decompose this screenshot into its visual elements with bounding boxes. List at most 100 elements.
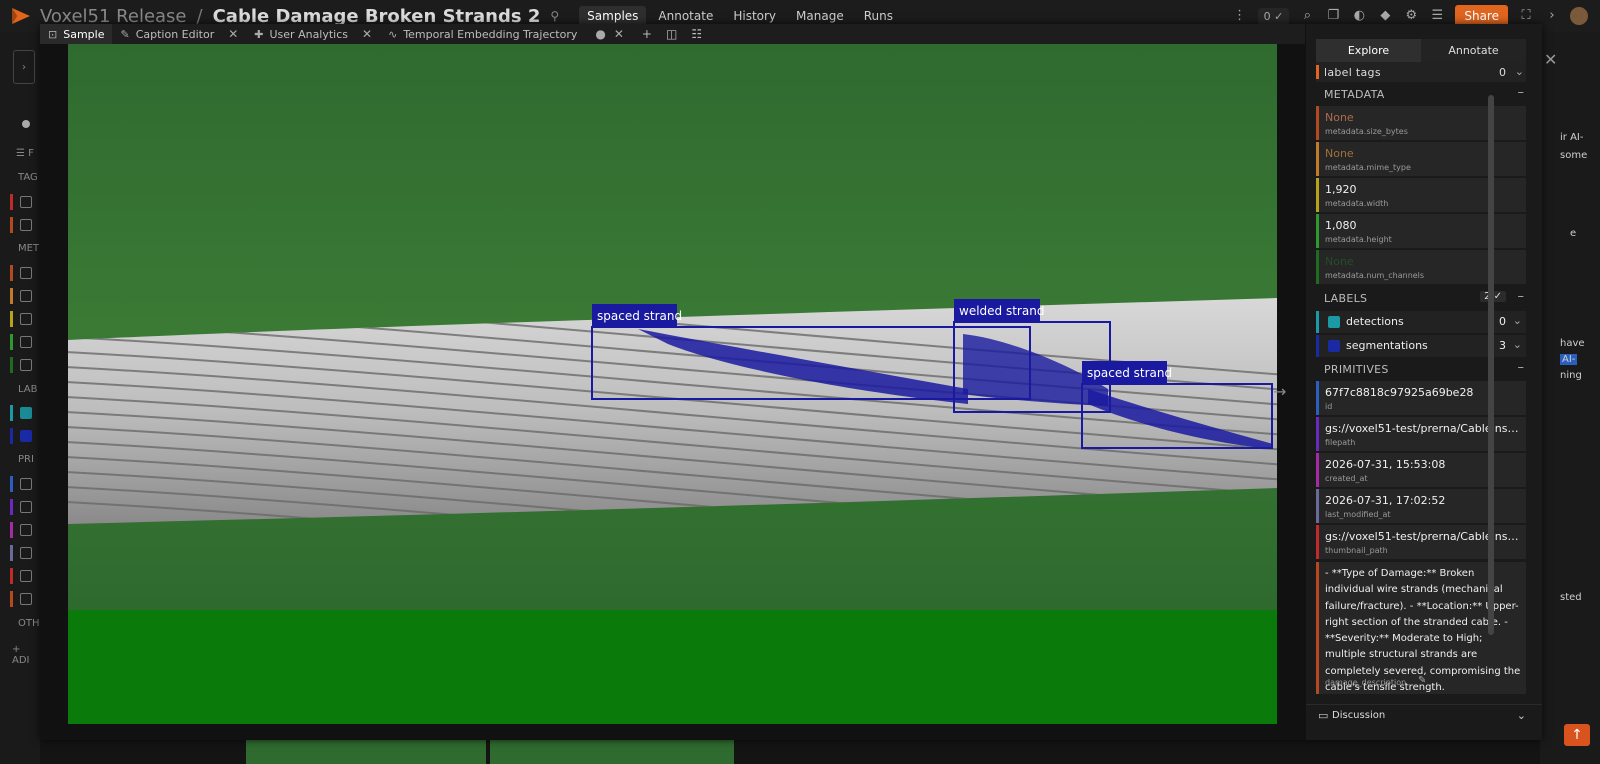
sidebar-row[interactable] (10, 589, 40, 609)
chevron-down-icon[interactable]: ⌄ (1515, 65, 1524, 78)
sidebar-row[interactable] (10, 263, 40, 283)
nav-manage[interactable]: Manage (788, 6, 852, 26)
add-tab-icon[interactable]: + (642, 27, 652, 41)
copy-icon[interactable]: ❐ (1325, 8, 1341, 24)
sidebar-row[interactable] (10, 543, 40, 563)
sidebar-row[interactable] (10, 497, 40, 517)
palette-icon[interactable]: ◐ (1351, 8, 1367, 24)
field-damage-description[interactable]: - **Type of Damage:** Broken individual … (1316, 562, 1526, 694)
detection-label: welded strand (959, 304, 1044, 318)
field-size-bytes[interactable]: None metadata.size_bytes (1316, 106, 1526, 140)
filter-label: ☰ F (16, 148, 34, 159)
tab-caption-editor[interactable]: ✎ Caption Editor ✕ (112, 24, 246, 44)
sidebar-row[interactable] (10, 355, 40, 375)
next-sample-arrow-icon[interactable]: → (1273, 382, 1286, 401)
section-primitives: PRI (18, 454, 34, 465)
field-width[interactable]: 1,920 metadata.width (1316, 178, 1526, 212)
collapse-icon[interactable]: – (1518, 289, 1525, 304)
help-icon[interactable]: ● (595, 27, 605, 41)
chevron-down-icon[interactable]: ⌄ (1513, 314, 1522, 327)
chevron-right-icon[interactable]: › (1544, 8, 1560, 24)
bg-text: e (1570, 228, 1577, 239)
background-right-panel: ir AI- some e have AI- ning sted (1540, 32, 1600, 764)
field-num-channels[interactable]: None metadata.num_channels (1316, 250, 1526, 284)
label-count: 3 (1499, 339, 1506, 352)
field-key: metadata.size_bytes (1325, 127, 1408, 136)
tab-sample[interactable]: ⊡ Sample (40, 24, 113, 44)
close-icon[interactable]: ✕ (1544, 50, 1557, 69)
bg-text: ning (1560, 370, 1582, 381)
sidebar-row[interactable] (10, 403, 40, 423)
sidebar-row[interactable] (10, 566, 40, 586)
selected-count[interactable]: 0 ✓ (1257, 7, 1290, 25)
list-icon[interactable]: ☰ (1429, 8, 1445, 24)
checkbox[interactable] (1328, 316, 1340, 328)
primitives-section-header[interactable]: PRIMITIVES – (1316, 359, 1526, 379)
chevron-down-icon[interactable]: ⌄ (1513, 338, 1522, 351)
field-mime-type[interactable]: None metadata.mime_type (1316, 142, 1526, 176)
discussion-bar[interactable]: ▭ Discussion ⌄ (1306, 704, 1542, 728)
close-tab-icon[interactable]: ✕ (614, 27, 624, 41)
field-thumbnail-path[interactable]: gs://voxel51-test/prerna/CableInspect-A.… (1316, 525, 1526, 559)
sidebar-row[interactable] (10, 309, 40, 329)
gear-icon[interactable]: ⚙ (1403, 8, 1419, 24)
field-height[interactable]: 1,080 metadata.height (1316, 214, 1526, 248)
nav-annotate[interactable]: Annotate (650, 6, 721, 26)
field-filepath[interactable]: gs://voxel51-test/prerna/CableInspect-A.… (1316, 417, 1526, 451)
sidebar-row[interactable] (10, 426, 40, 446)
status-dot (22, 120, 30, 128)
sidebar-row[interactable] (10, 332, 40, 352)
section-title: PRIMITIVES (1324, 363, 1389, 376)
tab-temporal-embedding[interactable]: ∿ Temporal Embedding Trajectory ● ✕ (380, 24, 632, 44)
metadata-section-header[interactable]: METADATA – (1316, 84, 1526, 104)
tab-explore[interactable]: Explore (1316, 39, 1421, 63)
field-key: metadata.width (1325, 199, 1389, 208)
split-vertical-icon[interactable]: ☷ (691, 27, 702, 41)
label-row-detections[interactable]: detections 0 ⌄ (1316, 311, 1526, 333)
checkbox[interactable] (1328, 340, 1340, 352)
close-tab-icon[interactable]: ✕ (228, 27, 238, 41)
split-horizontal-icon[interactable]: ◫ (666, 27, 677, 41)
label-row-segmentations[interactable]: segmentations 3 ⌄ (1316, 335, 1526, 357)
field-key: created_at (1325, 474, 1368, 483)
label-tags-row[interactable]: label tags 0 ⌄ (1316, 62, 1526, 82)
tab-user-analytics[interactable]: ✚ User Analytics ✕ (246, 24, 380, 44)
field-created-at[interactable]: 2026-07-31, 15:53:08 created_at (1316, 453, 1526, 487)
avatar[interactable] (1570, 7, 1588, 25)
field-id[interactable]: 67f7c8818c97925a69be28 id (1316, 381, 1526, 415)
pin-icon[interactable]: ⚲ (550, 9, 559, 23)
sidebar-toggle[interactable]: › (13, 50, 35, 84)
field-last-modified-at[interactable]: 2026-07-31, 17:02:52 last_modified_at (1316, 489, 1526, 523)
label-tags-count: 0 (1499, 66, 1506, 79)
chevron-down-icon[interactable]: ⌄ (1517, 709, 1526, 722)
image-viewer[interactable]: spaced strand welded strand spaced stran… (68, 44, 1277, 724)
label-name: detections (1346, 315, 1404, 328)
tab-annotate[interactable]: Annotate (1421, 39, 1526, 63)
section-title: METADATA (1324, 88, 1385, 101)
sidebar-row[interactable] (10, 286, 40, 306)
nav-samples[interactable]: Samples (579, 6, 647, 26)
sidebar-row[interactable] (10, 474, 40, 494)
tag-icon[interactable]: ◆ (1377, 8, 1393, 24)
sidebar-row[interactable] (10, 192, 40, 212)
bg-text: some (1560, 150, 1588, 161)
grid-thumbnail[interactable] (490, 740, 734, 764)
help-button[interactable]: ↑ (1564, 724, 1590, 746)
pencil-icon[interactable]: ✎ (1418, 675, 1426, 686)
close-tab-icon[interactable]: ✕ (362, 27, 372, 41)
labels-section-header[interactable]: LABELS 2 ✓ – (1316, 288, 1526, 308)
nav-history[interactable]: History (725, 6, 784, 26)
field-key: damage_description (1325, 678, 1407, 687)
collapse-icon[interactable]: – (1518, 360, 1525, 375)
add-field-button[interactable]: + ADI (12, 644, 40, 666)
sidebar-row[interactable] (10, 215, 40, 235)
search-icon[interactable]: ⌕ (1299, 8, 1315, 24)
sidebar-row[interactable] (10, 520, 40, 540)
collapse-icon[interactable]: – (1518, 85, 1525, 100)
nav-runs[interactable]: Runs (856, 6, 901, 26)
grip-icon[interactable]: ⋮ (1232, 8, 1248, 24)
panel-scrollbar[interactable] (1488, 95, 1494, 635)
puzzle-icon: ✚ (254, 27, 264, 41)
fullscreen-icon[interactable]: ⛶ (1518, 8, 1534, 24)
grid-thumbnail[interactable] (246, 740, 486, 764)
